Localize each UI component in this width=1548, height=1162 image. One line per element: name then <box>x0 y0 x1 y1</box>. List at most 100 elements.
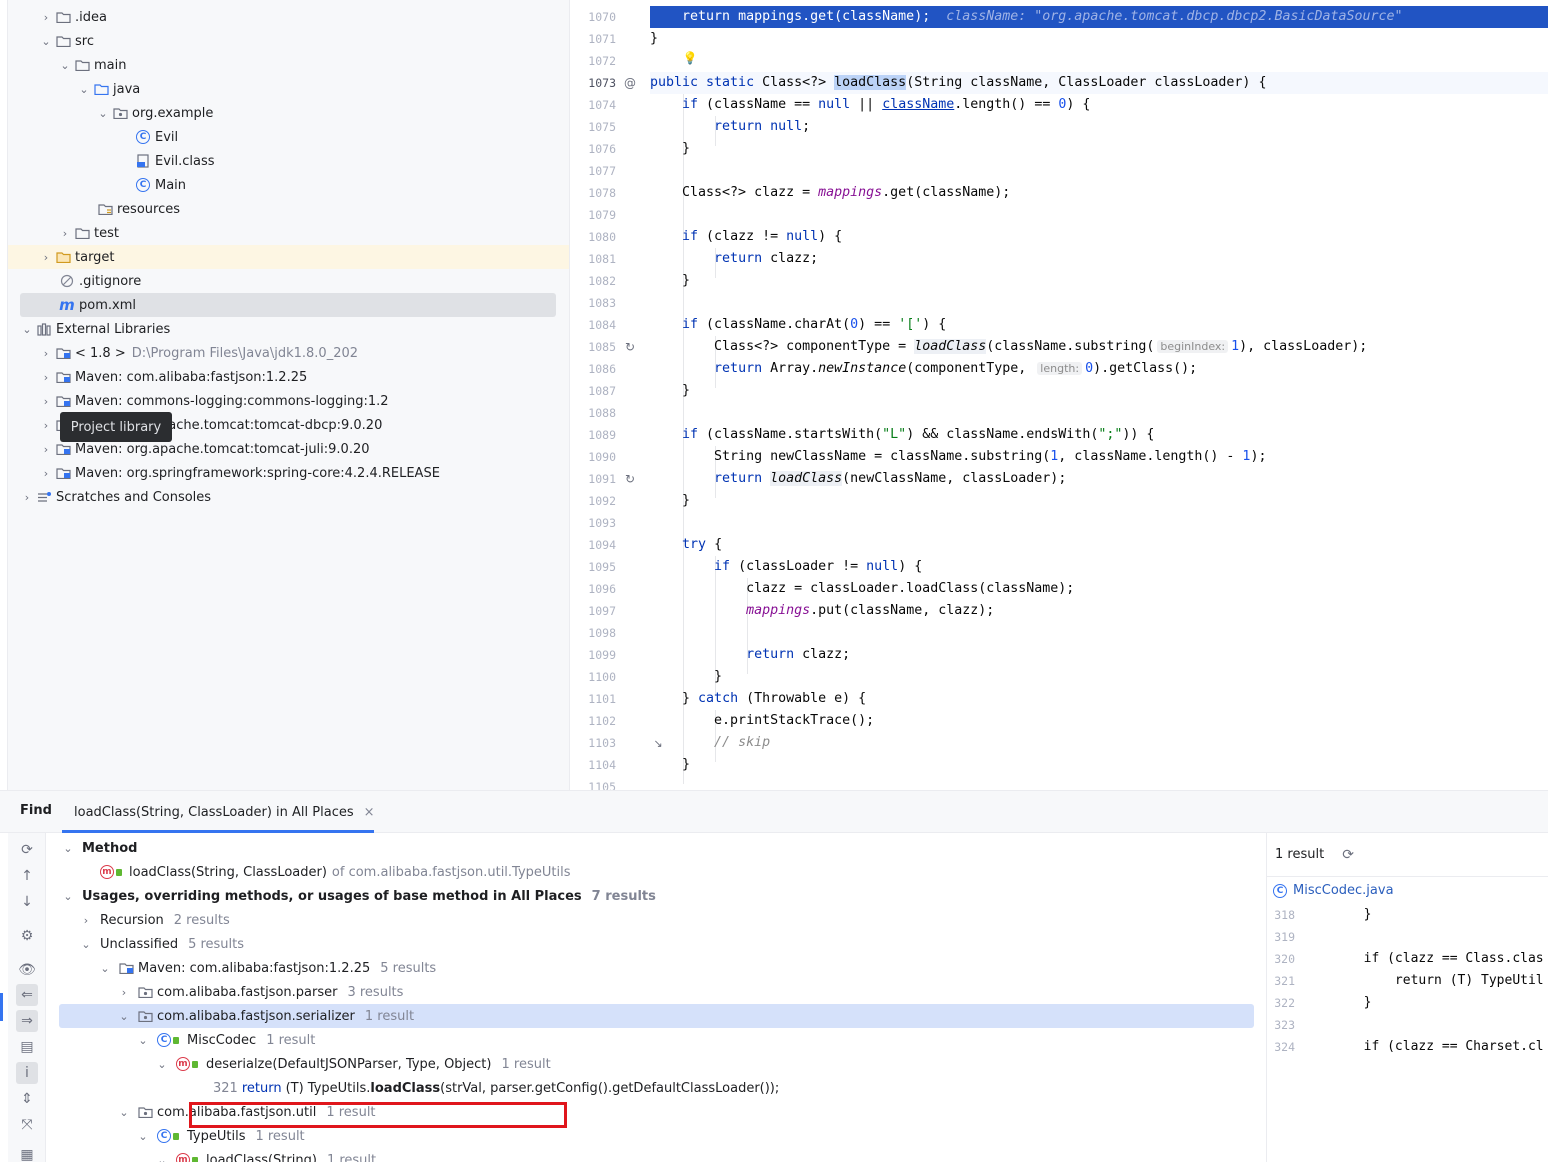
find-usages-tab[interactable]: loadClass(String, ClassLoader) in All Pl… <box>62 791 387 833</box>
line-number[interactable]: 1103 <box>570 732 616 754</box>
usage-group-method[interactable]: ⌄ Method <box>48 836 1254 860</box>
chevron-down-icon[interactable]: ⌄ <box>60 842 76 855</box>
code-editor[interactable]: 1070 1071 1072 1073 1074 1075 1076 1077 1078 1079… <box>570 0 1548 790</box>
line-number[interactable]: 1095 <box>570 556 616 578</box>
tree-item-target[interactable]: › target <box>8 245 569 269</box>
chevron-down-icon[interactable]: ⌄ <box>135 1130 151 1143</box>
line-number[interactable]: 1070 <box>570 6 616 28</box>
show-read-access-icon[interactable]: ⇐ <box>16 984 38 1006</box>
usage-group-recursion[interactable]: › Recursion 2 results <box>48 908 1254 932</box>
code-line-1099[interactable]: return clazz; <box>650 644 1548 666</box>
expand-all-icon[interactable]: ⇕ <box>16 1088 38 1110</box>
code-line-1097[interactable]: mappings.put(className, clazz); <box>650 600 1548 622</box>
line-number[interactable]: 1101 <box>570 688 616 710</box>
line-number[interactable]: 1089 <box>570 424 616 446</box>
usage-module-fastjson[interactable]: ⌄ Maven: com.alibaba:fastjson:1.2.25 5 r… <box>48 956 1254 980</box>
code-line-1087[interactable]: } <box>650 380 1548 402</box>
usage-group-unclassified[interactable]: ⌄ Unclassified 5 results <box>48 932 1254 956</box>
line-number[interactable]: 1100 <box>570 666 616 688</box>
tree-item-external-libraries[interactable]: ⌄ External Libraries <box>8 317 569 341</box>
tree-item-pom-xml[interactable]: m pom.xml <box>20 293 556 317</box>
line-number[interactable]: 1074 <box>570 94 616 116</box>
code-line-1086[interactable]: return Array.newInstance(componentType, … <box>650 358 1548 380</box>
tree-item-src[interactable]: ⌄ src <box>8 29 569 53</box>
line-number[interactable]: 1102 <box>570 710 616 732</box>
chevron-down-icon[interactable]: ⌄ <box>97 962 113 975</box>
code-line-1074[interactable]: if (className == null || className.lengt… <box>650 94 1548 116</box>
line-number[interactable]: 1090 <box>570 446 616 468</box>
line-number[interactable]: 1094 <box>570 534 616 556</box>
usage-method-deserialze[interactable]: ⌄ m deserialze(DefaultJSONParser, Type, … <box>48 1052 1254 1076</box>
code-line-1104[interactable]: } <box>650 754 1548 776</box>
code-line-1075[interactable]: return null; <box>650 116 1548 138</box>
rerun-icon[interactable]: ⟳ <box>16 839 38 861</box>
line-number[interactable]: 1082 <box>570 270 616 292</box>
line-number[interactable]: 1081 <box>570 248 616 270</box>
code-line-1072[interactable] <box>650 50 1548 72</box>
tree-item-java[interactable]: ⌄ java <box>8 77 569 101</box>
chevron-right-icon[interactable]: › <box>57 227 73 240</box>
chevron-down-icon[interactable]: ⌄ <box>154 1058 170 1071</box>
previous-occurrence-icon[interactable]: ↑ <box>16 865 38 887</box>
recursive-call-icon[interactable]: ↻ <box>622 339 638 355</box>
line-number[interactable]: 1083 <box>570 292 616 314</box>
chevron-down-icon[interactable]: ⌄ <box>19 323 35 336</box>
code-line-1076[interactable]: } <box>650 138 1548 160</box>
code-line-1095[interactable]: if (classLoader != null) { <box>650 556 1548 578</box>
usage-method-loadclass-string[interactable]: ⌄ m loadClass(String) 1 result <box>48 1148 1254 1162</box>
chevron-right-icon[interactable]: › <box>38 11 54 24</box>
code-line-1100[interactable]: } <box>650 666 1548 688</box>
chevron-down-icon[interactable]: ⌄ <box>95 107 111 120</box>
preview-file[interactable]: C MiscCodec.java <box>1273 883 1394 898</box>
group-by-directory-icon[interactable]: ▤ <box>16 1036 38 1058</box>
line-number[interactable]: 1087 <box>570 380 616 402</box>
chevron-down-icon[interactable]: ⌄ <box>78 938 94 951</box>
line-number[interactable]: 1088 <box>570 402 616 424</box>
code-line-1081[interactable]: return clazz; <box>650 248 1548 270</box>
code-line-1079[interactable] <box>650 204 1548 226</box>
code-line-1080[interactable]: if (clazz != null) { <box>650 226 1548 248</box>
usage-line-321[interactable]: 321 return (T) TypeUtils. loadClass (strVa… <box>48 1076 1254 1100</box>
line-number[interactable]: 1076 <box>570 138 616 160</box>
tree-item-resources[interactable]: resources <box>8 197 569 221</box>
code-line-1096[interactable]: clazz = classLoader.loadClass(className)… <box>650 578 1548 600</box>
tree-item-maven-commons-logging[interactable]: › Maven: commons-logging:commons-logging… <box>8 389 569 413</box>
code-line-1078[interactable]: Class<?> clazz = mappings.get(className)… <box>650 182 1548 204</box>
line-number[interactable]: 1085 <box>570 336 616 358</box>
code-line-1092[interactable]: } <box>650 490 1548 512</box>
code-line-1084[interactable]: if (className.charAt(0) == '[') { <box>650 314 1548 336</box>
tree-item-maven-fastjson[interactable]: › Maven: com.alibaba:fastjson:1.2.25 <box>8 365 569 389</box>
line-number[interactable]: 1099 <box>570 644 616 666</box>
code-line-1088[interactable] <box>650 402 1548 424</box>
tree-item-scratches[interactable]: › Scratches and Consoles <box>8 485 569 509</box>
line-number[interactable]: 1084 <box>570 314 616 336</box>
line-number[interactable]: 1072 <box>570 50 616 72</box>
tree-item-main[interactable]: ⌄ main <box>8 53 569 77</box>
line-number[interactable]: 1086 <box>570 358 616 380</box>
chevron-down-icon[interactable]: ⌄ <box>154 1154 170 1162</box>
line-number[interactable]: 1105 <box>570 776 616 790</box>
line-number[interactable]: 1080 <box>570 226 616 248</box>
tree-item-jdk[interactable]: › < 1.8 > D:\Program Files\Java\jdk1.8.0… <box>8 341 569 365</box>
info-icon[interactable]: i <box>16 1062 38 1084</box>
chevron-right-icon[interactable]: › <box>78 914 94 927</box>
line-number[interactable]: 1071 <box>570 28 616 50</box>
chevron-down-icon[interactable]: ⌄ <box>60 890 76 903</box>
code-line-1098[interactable] <box>650 622 1548 644</box>
chevron-down-icon[interactable]: ⌄ <box>116 1106 132 1119</box>
show-write-access-icon[interactable]: ⇒ <box>16 1010 38 1032</box>
export-icon[interactable]: ▦ <box>16 1144 38 1162</box>
code-line-1071[interactable]: } <box>650 28 1548 50</box>
usage-package-parser[interactable]: › com.alibaba.fastjson.parser 3 results <box>48 980 1254 1004</box>
tree-item-idea[interactable]: › .idea <box>8 5 569 29</box>
code-line-1094[interactable]: try { <box>650 534 1548 556</box>
target-method[interactable]: m loadClass(String, ClassLoader) of com.… <box>48 860 1254 884</box>
preview-eye-icon[interactable]: 👁 <box>16 959 38 981</box>
code-line-1091[interactable]: return loadClass(newClassName, classLoad… <box>650 468 1548 490</box>
refresh-icon[interactable]: ⟳ <box>1342 847 1354 863</box>
line-number[interactable]: 1075 <box>570 116 616 138</box>
settings-gear-icon[interactable]: ⚙ <box>16 925 38 947</box>
line-number[interactable]: 1097 <box>570 600 616 622</box>
code-line-1102[interactable]: e.printStackTrace(); <box>650 710 1548 732</box>
chevron-down-icon[interactable]: ⌄ <box>116 1010 132 1023</box>
